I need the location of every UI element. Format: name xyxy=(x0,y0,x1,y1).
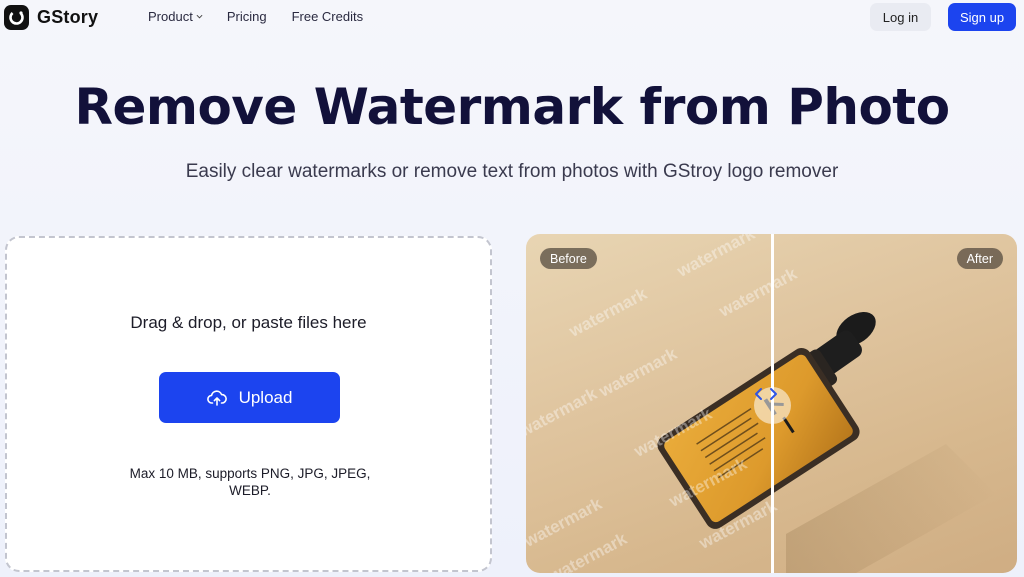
page-subtitle: Easily clear watermarks or remove text f… xyxy=(185,161,839,182)
login-button[interactable]: Log in xyxy=(870,3,931,31)
chevron-down-icon xyxy=(196,14,203,19)
upload-button[interactable]: Upload xyxy=(159,372,340,423)
compare-slider-handle[interactable] xyxy=(754,387,791,424)
cloud-upload-icon xyxy=(206,389,227,406)
upload-limits-text: Max 10 MB, supports PNG, JPG, JPEG, WEBP… xyxy=(117,465,383,499)
dropzone-instructions: Drag & drop, or paste files here xyxy=(130,313,367,332)
upload-limits-line1: Max 10 MB, supports PNG, JPG, JPEG, xyxy=(129,466,371,481)
gstory-logo-icon xyxy=(4,5,29,30)
brand-logo[interactable]: GStory xyxy=(4,5,98,30)
before-label: Before xyxy=(540,248,597,269)
upload-button-label: Upload xyxy=(238,387,293,407)
signup-button[interactable]: Sign up xyxy=(948,3,1016,31)
page-title: Remove Watermark from Photo xyxy=(74,78,950,136)
after-label: After xyxy=(956,248,1003,269)
left-right-arrows-icon xyxy=(755,388,777,400)
upload-limits-line2: WEBP. xyxy=(229,483,271,498)
nav-links: Product Pricing Free Credits xyxy=(148,9,363,24)
nav-free-credits-link[interactable]: Free Credits xyxy=(292,9,364,24)
upload-dropzone[interactable]: Drag & drop, or paste files here Upload … xyxy=(5,236,492,572)
brand-name: GStory xyxy=(37,7,99,27)
top-navbar: GStory Product Pricing Free Credits Log … xyxy=(0,0,1024,34)
before-after-preview[interactable]: watermark watermark watermark watermark … xyxy=(526,234,1017,573)
nav-pricing-link[interactable]: Pricing xyxy=(227,9,267,24)
nav-product-label: Product xyxy=(148,9,193,24)
nav-product-menu[interactable]: Product xyxy=(148,9,203,24)
